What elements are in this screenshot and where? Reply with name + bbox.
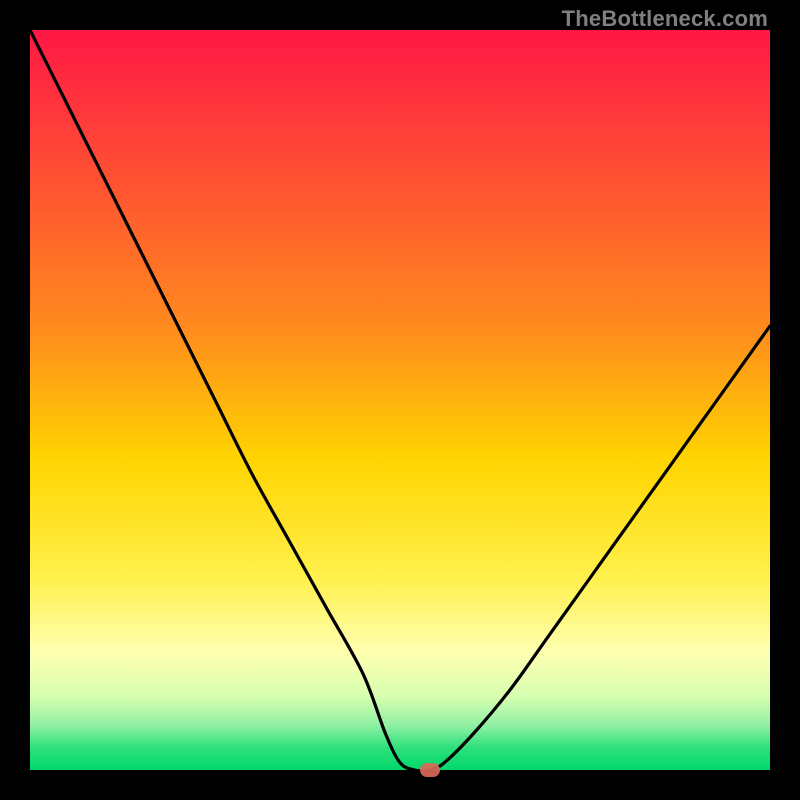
bottleneck-curve [30, 30, 770, 770]
plot-area [30, 30, 770, 770]
chart-frame: TheBottleneck.com [0, 0, 800, 800]
attribution-text: TheBottleneck.com [562, 6, 768, 32]
optimal-point-marker [420, 763, 440, 777]
